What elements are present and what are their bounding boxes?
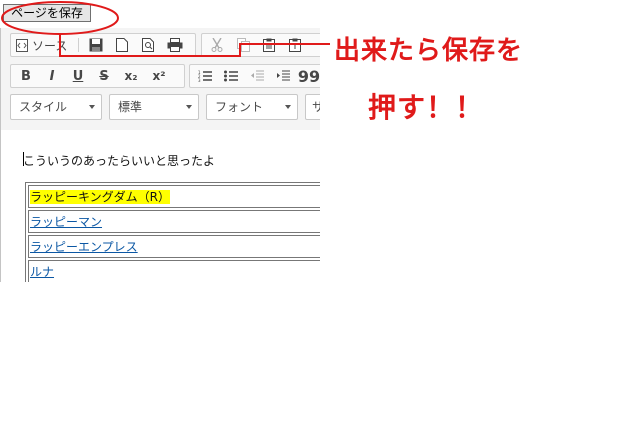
- underline-button[interactable]: U: [67, 66, 89, 86]
- format-combo[interactable]: 標準: [109, 94, 199, 120]
- table-row: ラッピーキングダム（R）: [28, 185, 320, 208]
- save-button[interactable]: [85, 35, 107, 55]
- numbered-list-button[interactable]: 123: [194, 66, 216, 86]
- toolbar-group-basicstyles: B I U S x₂ x²: [10, 64, 185, 88]
- outdent-icon: [250, 70, 264, 82]
- chevron-down-icon: [89, 105, 95, 109]
- table-cell: ルナ: [28, 260, 320, 282]
- chevron-down-icon: [285, 105, 291, 109]
- svg-text:3: 3: [198, 78, 201, 82]
- editor-content[interactable]: こういうのあったらいいと思ったよ ラッピーキングダム（R） ラッピーマンラッピーエ…: [1, 130, 320, 282]
- bold-button[interactable]: B: [15, 66, 37, 86]
- print-button[interactable]: [163, 35, 187, 55]
- save-icon: [89, 38, 103, 52]
- font-combo-label: フォント: [215, 100, 264, 114]
- item-link[interactable]: ラッピーエンプレス: [30, 240, 138, 254]
- toolbar-group-lists: 123 99: [189, 64, 320, 88]
- preview-button[interactable]: [137, 35, 159, 55]
- size-combo-label: サ: [312, 100, 320, 114]
- table-cell: ラッピーキングダム（R）: [28, 185, 320, 208]
- italic-button[interactable]: I: [41, 66, 63, 86]
- paste-text-button[interactable]: [284, 35, 306, 55]
- item-link[interactable]: ラッピーマン: [30, 215, 102, 229]
- content-paragraph: こういうのあったらいいと思ったよ: [23, 154, 216, 168]
- table-row: ラッピーマン: [28, 210, 320, 233]
- cut-icon: [211, 38, 223, 52]
- toolbar-group-document: ソース: [10, 33, 196, 57]
- blockquote-button[interactable]: 99: [298, 66, 320, 86]
- copy-button[interactable]: [232, 35, 254, 55]
- preview-icon: [141, 38, 155, 52]
- numbered-list-icon: 123: [198, 70, 212, 82]
- new-page-button[interactable]: [111, 35, 133, 55]
- new-page-icon: [116, 38, 128, 52]
- table-row: ルナ: [28, 260, 320, 282]
- source-button-label: ソース: [32, 38, 68, 53]
- source-icon: [16, 38, 28, 52]
- toolbar-separator: [78, 38, 79, 52]
- indent-button[interactable]: [272, 66, 294, 86]
- outdent-button[interactable]: [246, 66, 268, 86]
- bulleted-list-icon: [224, 70, 238, 82]
- rich-text-editor: ソース B I U S x₂ x² 1 2 3 99 スタイル 標準 フォント …: [0, 28, 320, 282]
- format-combo-label: 標準: [118, 100, 143, 114]
- source-button[interactable]: ソース: [14, 35, 72, 55]
- bulleted-list-button[interactable]: [220, 66, 242, 86]
- highlighted-item: ラッピーキングダム（R）: [30, 190, 170, 204]
- print-icon: [167, 38, 183, 52]
- item-link[interactable]: ルナ: [30, 265, 54, 279]
- annotation-line-1: 出来たら保存を: [334, 36, 524, 66]
- paste-text-icon: [289, 38, 301, 52]
- table-cell: ラッピーマン: [28, 210, 320, 233]
- editor-toolbar: ソース B I U S x₂ x² 1 2 3 99 スタイル 標準 フォント: [1, 28, 320, 131]
- annotation-line-2: 押す！！: [368, 91, 485, 124]
- paste-icon: [263, 38, 275, 52]
- font-combo[interactable]: フォント: [206, 94, 298, 120]
- table-row: ラッピーエンプレス: [28, 235, 320, 258]
- blockquote-icon: 99: [297, 66, 320, 86]
- style-combo-label: スタイル: [19, 100, 68, 114]
- indent-icon: [276, 70, 290, 82]
- save-page-button[interactable]: ページを保存: [3, 4, 91, 22]
- size-combo[interactable]: サ: [305, 94, 320, 120]
- content-table: ラッピーキングダム（R） ラッピーマンラッピーエンプレス ルナ: [25, 182, 320, 282]
- chevron-down-icon: [186, 105, 192, 109]
- strikethrough-button[interactable]: S: [93, 66, 115, 86]
- table-cell: ラッピーエンプレス: [28, 235, 320, 258]
- paste-button[interactable]: [258, 35, 280, 55]
- copy-icon: [236, 38, 250, 52]
- cut-button[interactable]: [206, 35, 228, 55]
- superscript-button[interactable]: x²: [147, 66, 171, 86]
- toolbar-group-clipboard: [201, 33, 320, 57]
- subscript-button[interactable]: x₂: [119, 66, 143, 86]
- style-combo[interactable]: スタイル: [10, 94, 102, 120]
